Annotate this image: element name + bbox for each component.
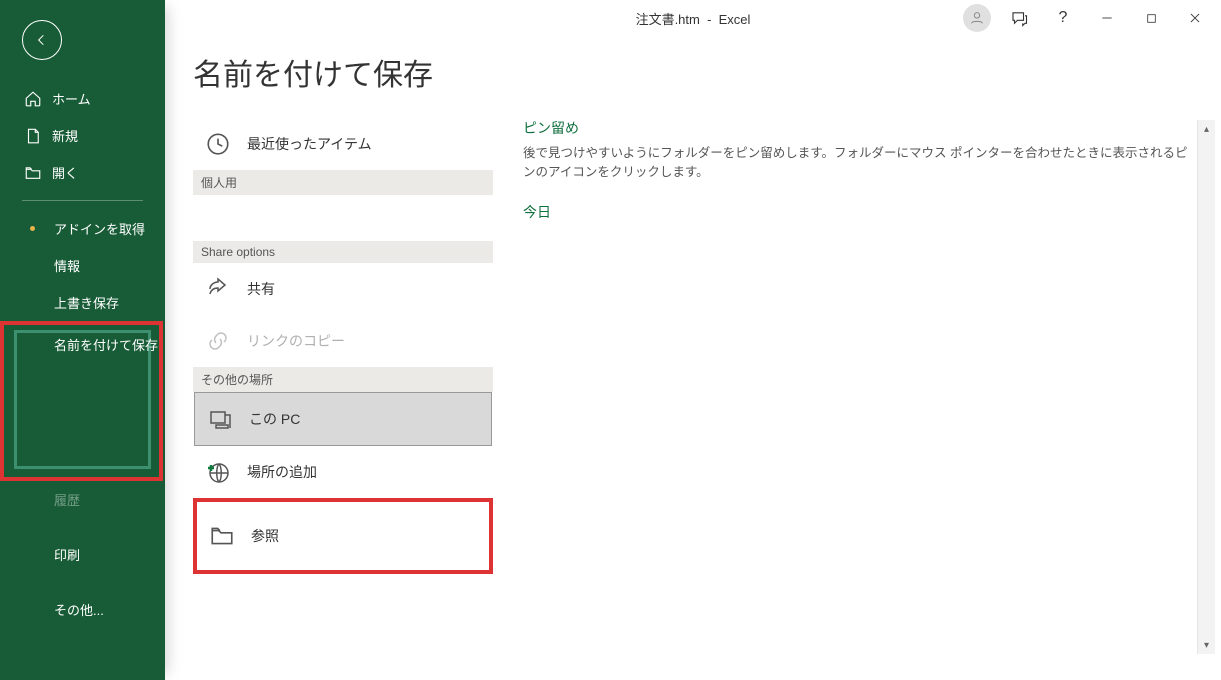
close-icon	[1188, 11, 1202, 25]
nav-history-label: 履歴	[54, 493, 80, 508]
globe-plus-icon	[201, 458, 235, 486]
location-copylink-label: リンクのコピー	[247, 331, 345, 351]
home-icon	[24, 90, 42, 108]
location-recent[interactable]: 最近使ったアイテム	[193, 118, 493, 170]
nav-home-label: ホーム	[52, 89, 91, 108]
arrow-left-icon	[34, 32, 50, 48]
pin-heading: ピン留め	[523, 118, 1199, 138]
page-title: 名前を付けて保存	[165, 36, 1221, 118]
location-recent-label: 最近使ったアイテム	[247, 134, 372, 154]
help-button[interactable]: ?	[1041, 0, 1085, 36]
maximize-icon	[1145, 12, 1158, 25]
back-button[interactable]	[22, 20, 62, 60]
location-share[interactable]: 共有	[193, 263, 493, 315]
location-addplace[interactable]: 場所の追加	[193, 446, 493, 498]
titlebar: 注文書.htm - Excel ?	[165, 0, 1221, 36]
person-icon	[969, 10, 985, 26]
pin-description: 後で見つけやすいようにフォルダーをピン留めします。フォルダーにマウス ポインター…	[523, 144, 1199, 182]
window-title: 注文書.htm - Excel	[636, 9, 751, 28]
scrollbar[interactable]: ▴ ▾	[1197, 120, 1215, 654]
window-controls: ?	[963, 0, 1217, 36]
pc-icon	[203, 405, 237, 433]
nav-saveas-label: 名前を付けて保存	[54, 335, 158, 354]
nav-print[interactable]: 印刷	[0, 536, 165, 573]
personal-spacer	[193, 195, 493, 241]
link-icon	[201, 327, 235, 355]
nav-more-label: その他...	[54, 603, 104, 618]
close-button[interactable]	[1173, 0, 1217, 36]
filename-label: 注文書.htm	[636, 12, 700, 27]
nav-save[interactable]: 上書き保存	[0, 284, 165, 321]
nav-home[interactable]: ホーム	[0, 80, 165, 117]
nav-open-label: 開く	[52, 163, 78, 182]
account-avatar[interactable]	[963, 4, 991, 32]
folder-open-icon	[24, 164, 42, 182]
minimize-button[interactable]	[1085, 0, 1129, 36]
maximize-button[interactable]	[1129, 0, 1173, 36]
nav-save-label: 上書き保存	[54, 296, 119, 311]
locations-column: 最近使ったアイテム 個人用 Share options 共有 リンクのコピー そ…	[193, 118, 493, 660]
nav-saveas[interactable]: 名前を付けて保存	[0, 321, 163, 481]
section-share: Share options	[193, 241, 493, 263]
nav-info-label: 情報	[54, 259, 80, 274]
nav-history[interactable]: 履歴	[0, 481, 165, 518]
section-other: その他の場所	[193, 367, 493, 392]
nav-info[interactable]: 情報	[0, 247, 165, 284]
location-copylink: リンクのコピー	[193, 315, 493, 367]
folder-icon	[205, 522, 239, 550]
nav-new[interactable]: 新規	[0, 117, 165, 154]
location-addplace-label: 場所の追加	[247, 462, 317, 482]
location-share-label: 共有	[247, 279, 275, 299]
chat-icon	[1010, 9, 1028, 27]
file-icon	[24, 127, 42, 145]
browse-highlight: 参照	[193, 498, 493, 574]
nav-addins-label: アドインを取得	[54, 222, 145, 237]
app-label: Excel	[719, 12, 751, 27]
content-area: 最近使ったアイテム 個人用 Share options 共有 リンクのコピー そ…	[165, 118, 1221, 680]
nav-print-label: 印刷	[54, 548, 80, 563]
nav-more[interactable]: その他...	[0, 591, 165, 628]
nav-separator	[22, 200, 143, 201]
location-thispc[interactable]: この PC	[194, 392, 492, 446]
location-browse[interactable]: 参照	[197, 502, 489, 570]
details-column: ピン留め 後で見つけやすいようにフォルダーをピン留めします。フォルダーにマウス …	[493, 118, 1199, 660]
scroll-down-icon[interactable]: ▾	[1198, 636, 1216, 654]
nav-new-label: 新規	[52, 126, 78, 145]
chat-button[interactable]	[997, 0, 1041, 36]
main-area: 注文書.htm - Excel ? 名前を付けて保存 最近使ったアイテム 個人用…	[165, 0, 1221, 680]
today-heading: 今日	[523, 202, 1199, 222]
minimize-icon	[1100, 11, 1114, 25]
clock-icon	[201, 130, 235, 158]
scroll-up-icon[interactable]: ▴	[1198, 120, 1216, 138]
location-browse-label: 参照	[251, 526, 279, 546]
nav-addins[interactable]: アドインを取得	[0, 210, 165, 247]
nav-open[interactable]: 開く	[0, 154, 165, 191]
backstage-sidebar: ホーム 新規 開く アドインを取得 情報 上書き保存 名前を付けて保存 履歴 印…	[0, 0, 165, 680]
section-personal: 個人用	[193, 170, 493, 195]
app-window: ホーム 新規 開く アドインを取得 情報 上書き保存 名前を付けて保存 履歴 印…	[0, 0, 1221, 680]
location-thispc-label: この PC	[249, 409, 300, 429]
share-icon	[201, 275, 235, 303]
